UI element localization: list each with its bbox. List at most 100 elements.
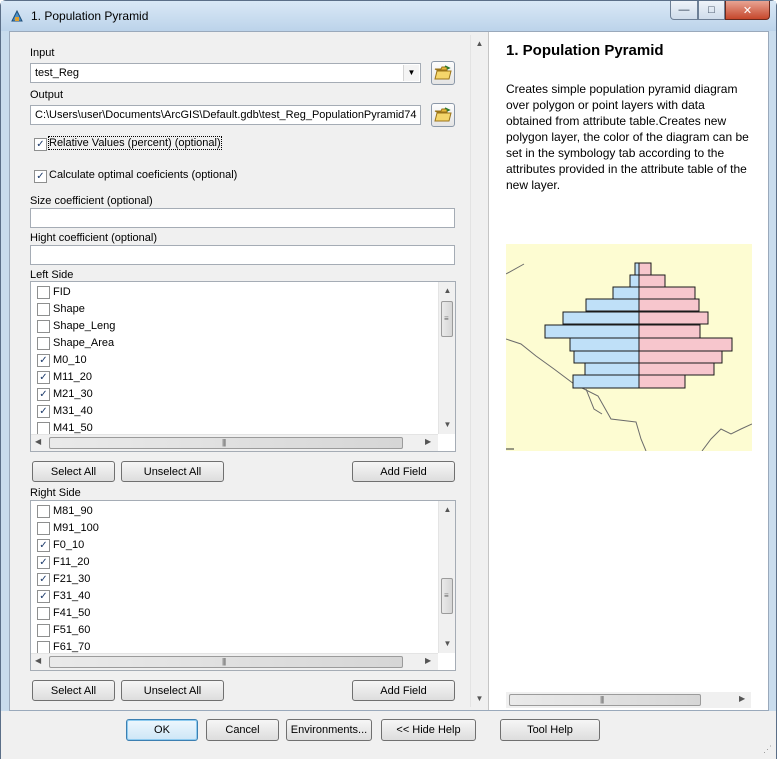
list-item[interactable]: FID — [35, 284, 435, 301]
title-bar[interactable]: 1. Population Pyramid — □ ✕ — [1, 1, 776, 31]
help-horizontal-scrollbar[interactable]: ||| ▶ — [506, 692, 751, 708]
ok-button[interactable]: OK — [126, 719, 198, 741]
output-value: C:\Users\user\Documents\ArcGIS\Default.g… — [35, 109, 417, 121]
list-item[interactable]: ✓ M11_20 — [35, 369, 435, 386]
item-checkbox[interactable] — [37, 522, 50, 535]
resize-grip-icon[interactable]: ⋰ — [763, 744, 772, 755]
item-checkbox[interactable] — [37, 337, 50, 350]
item-checkbox[interactable]: ✓ — [37, 388, 50, 401]
dialog-window: 1. Population Pyramid — □ ✕ Input test_R… — [0, 0, 777, 759]
minimize-button[interactable]: — — [670, 1, 698, 20]
right-unselect-all-button[interactable]: Unselect All — [121, 680, 224, 701]
item-checkbox[interactable] — [37, 320, 50, 333]
item-checkbox[interactable]: ✓ — [37, 590, 50, 603]
scroll-right-arrow-icon[interactable]: ▶ — [425, 656, 431, 665]
left-side-listbox[interactable]: FID Shape Shape_Leng Shape_Area ✓ M0_10 ✓… — [30, 281, 456, 452]
list-item[interactable]: ✓ F21_30 — [35, 571, 435, 588]
list-item[interactable]: ✓ F11_20 — [35, 554, 435, 571]
dialog-client: Input test_Reg ▼ Output C:\Users\user\Do… — [9, 31, 769, 711]
scroll-down-arrow-icon[interactable]: ▼ — [471, 690, 488, 707]
parameters-vertical-scrollbar[interactable]: ▲ ▼ — [470, 35, 487, 707]
relative-values-label[interactable]: Relative Values (percent) (optional) — [48, 136, 222, 150]
item-checkbox[interactable]: ✓ — [37, 371, 50, 384]
cancel-button[interactable]: Cancel — [206, 719, 279, 741]
scroll-right-arrow-icon[interactable]: ▶ — [739, 694, 745, 703]
size-coefficient-label: Size coefficient (optional) — [30, 195, 153, 207]
calculate-optimal-label[interactable]: Calculate optimal coeficients (optional) — [49, 169, 237, 181]
item-checkbox[interactable] — [37, 303, 50, 316]
chevron-down-icon[interactable]: ▼ — [403, 65, 419, 81]
parameters-pane: Input test_Reg ▼ Output C:\Users\user\Do… — [10, 32, 488, 710]
environments-button[interactable]: Environments... — [286, 719, 372, 741]
tool-help-button[interactable]: Tool Help — [500, 719, 600, 741]
list-item[interactable]: F41_50 — [35, 605, 435, 622]
list-item[interactable]: ✓ F31_40 — [35, 588, 435, 605]
population-pyramid-illustration — [506, 244, 752, 451]
output-field[interactable]: C:\Users\user\Documents\ArcGIS\Default.g… — [30, 105, 421, 125]
right-side-label: Right Side — [30, 487, 81, 499]
scrollbar-thumb[interactable]: ||| — [49, 656, 403, 668]
input-label: Input — [30, 47, 55, 59]
item-checkbox[interactable]: ✓ — [37, 405, 50, 418]
item-checkbox[interactable] — [37, 624, 50, 637]
list-item[interactable]: Shape — [35, 301, 435, 318]
maximize-button[interactable]: □ — [698, 1, 725, 20]
item-checkbox[interactable] — [37, 505, 50, 518]
window-title: 1. Population Pyramid — [31, 9, 149, 23]
left-unselect-all-button[interactable]: Unselect All — [121, 461, 224, 482]
scroll-left-arrow-icon[interactable]: ◀ — [35, 656, 41, 665]
folder-open-icon — [434, 65, 452, 80]
scroll-up-arrow-icon[interactable]: ▲ — [439, 282, 455, 299]
vertical-scrollbar[interactable]: ▲ ≡ ▼ — [438, 282, 455, 434]
scroll-right-arrow-icon[interactable]: ▶ — [425, 437, 431, 446]
scroll-up-arrow-icon[interactable]: ▲ — [471, 35, 488, 52]
hight-coefficient-field[interactable] — [30, 245, 455, 265]
horizontal-scrollbar[interactable]: ◀ ||| ▶ — [31, 434, 438, 451]
dialog-footer: OK Cancel Environments... << Hide Help T… — [1, 711, 776, 759]
scroll-down-arrow-icon[interactable]: ▼ — [439, 416, 455, 433]
list-item[interactable]: ✓ F0_10 — [35, 537, 435, 554]
close-button[interactable]: ✕ — [725, 1, 770, 20]
scroll-left-arrow-icon[interactable]: ◀ — [35, 437, 41, 446]
right-select-all-button[interactable]: Select All — [32, 680, 115, 701]
item-checkbox[interactable]: ✓ — [37, 556, 50, 569]
left-select-all-button[interactable]: Select All — [32, 461, 115, 482]
right-side-listbox[interactable]: M81_90 M91_100 ✓ F0_10 ✓ F11_20 ✓ F21_30 ✓ F… — [30, 500, 456, 671]
scrollbar-thumb[interactable]: ||| — [49, 437, 403, 449]
item-checkbox[interactable] — [37, 607, 50, 620]
list-item[interactable]: M91_100 — [35, 520, 435, 537]
item-checkbox[interactable] — [37, 286, 50, 299]
item-checkbox[interactable]: ✓ — [37, 539, 50, 552]
item-checkbox[interactable]: ✓ — [37, 354, 50, 367]
hight-coefficient-label: Hight coefficient (optional) — [30, 232, 157, 244]
left-side-label: Left Side — [30, 269, 74, 281]
right-add-field-button[interactable]: Add Field — [352, 680, 455, 701]
list-item[interactable]: M81_90 — [35, 503, 435, 520]
list-item[interactable]: Shape_Area — [35, 335, 435, 352]
input-dropdown[interactable]: test_Reg ▼ — [30, 63, 421, 83]
list-item[interactable]: ✓ M31_40 — [35, 403, 435, 420]
input-browse-button[interactable] — [431, 61, 455, 85]
list-item[interactable]: ✓ M21_30 — [35, 386, 435, 403]
list-item[interactable]: F51_60 — [35, 622, 435, 639]
hide-help-button[interactable]: << Hide Help — [381, 719, 476, 741]
item-checkbox[interactable]: ✓ — [37, 573, 50, 586]
scrollbar-thumb[interactable]: ≡ — [441, 578, 453, 614]
output-browse-button[interactable] — [431, 103, 455, 127]
horizontal-scrollbar[interactable]: ◀ ||| ▶ — [31, 653, 438, 670]
toolbox-icon — [11, 9, 23, 22]
relative-values-checkbox[interactable]: ✓ — [34, 138, 47, 151]
scroll-up-arrow-icon[interactable]: ▲ — [439, 501, 455, 518]
input-value: test_Reg — [35, 67, 80, 79]
scroll-down-arrow-icon[interactable]: ▼ — [439, 635, 455, 652]
size-coefficient-field[interactable] — [30, 208, 455, 228]
left-add-field-button[interactable]: Add Field — [352, 461, 455, 482]
vertical-scrollbar[interactable]: ▲ ≡ ▼ — [438, 501, 455, 653]
folder-open-icon — [434, 107, 452, 122]
help-pane: 1. Population Pyramid Creates simple pop… — [488, 32, 768, 710]
scrollbar-thumb[interactable]: ≡ — [441, 301, 453, 337]
list-item[interactable]: ✓ M0_10 — [35, 352, 435, 369]
scrollbar-thumb[interactable]: ||| — [509, 694, 701, 706]
list-item[interactable]: Shape_Leng — [35, 318, 435, 335]
calculate-optimal-checkbox[interactable]: ✓ — [34, 170, 47, 183]
